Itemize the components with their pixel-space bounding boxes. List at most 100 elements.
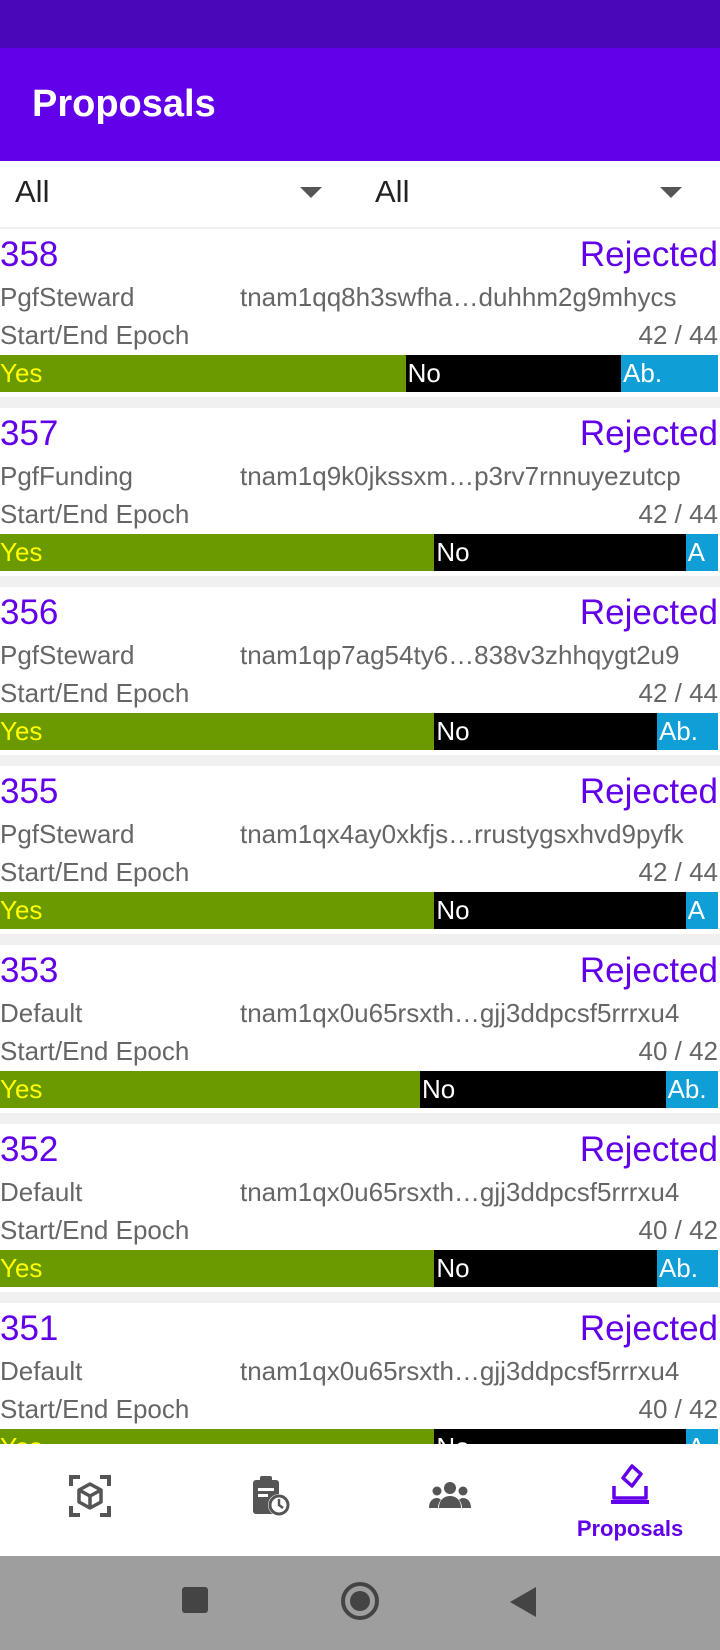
epoch-label: Start/End Epoch [0, 1036, 190, 1066]
proposal-author: tnam1qp7ag54ty6…838v3zhhqygt2u9 [240, 640, 680, 670]
proposal-type: PgfFunding [0, 461, 133, 491]
proposal-type: Default [0, 1177, 83, 1207]
vote-yes-segment: Yes [0, 1250, 435, 1287]
vote-no-segment: No [405, 355, 622, 392]
vote-no-segment: No [434, 534, 686, 571]
dropdown-arrow-icon [660, 187, 682, 198]
vote-abstain-segment: A [685, 892, 718, 929]
proposal-type: Default [0, 1356, 83, 1386]
proposal-id: 357 [0, 414, 59, 453]
app-bar: Proposals [0, 48, 720, 161]
proposal-status: Rejected [579, 414, 718, 453]
filter-dropdown-1[interactable]: All [0, 161, 340, 227]
bottom-navigation: Proposals [0, 1444, 720, 1556]
proposal-type: PgfSteward [0, 282, 135, 312]
nav-label-proposals: Proposals [576, 1516, 684, 1541]
nav-item-blocks[interactable] [0, 1444, 180, 1556]
epoch-value: 40 / 42 [638, 1394, 718, 1424]
epoch-value: 40 / 42 [638, 1036, 718, 1066]
epoch-value: 42 / 44 [638, 499, 718, 529]
proposal-id: 356 [0, 593, 59, 632]
proposal-author: tnam1qx0u65rsxth…gjj3ddpcsf5rrrxu4 [240, 1177, 680, 1207]
vote-bar: YesNoA [0, 1429, 718, 1444]
vote-yes-segment: Yes [0, 355, 406, 392]
vote-abstain-segment: Ab. [665, 1071, 718, 1108]
epoch-value: 40 / 42 [638, 1215, 718, 1245]
proposal-card[interactable]: 351 Rejected Default tnam1qx0u65rsxth…gjj3d… [0, 1303, 720, 1444]
vote-no-segment: No [434, 1250, 657, 1287]
vote-yes-segment: Yes [0, 713, 435, 750]
vote-abstain-segment: Ab. [621, 355, 718, 392]
proposal-card[interactable]: 352 Rejected Default tnam1qx0u65rsxth…gjj3d… [0, 1124, 720, 1292]
nav-item-validators[interactable] [360, 1444, 540, 1556]
vote-yes-segment: Yes [0, 534, 435, 571]
nav-item-proposals[interactable]: Proposals [540, 1444, 720, 1556]
vote-yes-segment: Yes [0, 1429, 435, 1444]
vote-no-segment: No [434, 892, 686, 929]
nav-item-history[interactable] [180, 1444, 360, 1556]
vote-bar: Yes No Ab. [0, 355, 718, 392]
status-bar [0, 0, 720, 48]
proposal-card[interactable]: 357 Rejected PgfFunding tnam1q9k0jkssxm…p3r… [0, 408, 720, 576]
epoch-label: Start/End Epoch [0, 857, 190, 887]
filter-value: All [375, 174, 410, 209]
proposal-id: 353 [0, 951, 59, 990]
people-icon [429, 1482, 471, 1508]
proposal-status: Rejected [579, 1130, 718, 1169]
cube-scan-icon [69, 1475, 111, 1517]
vote-abstain-segment: Ab. [656, 1250, 718, 1287]
proposal-author: tnam1qx0u65rsxth…gjj3ddpcsf5rrrxu4 [240, 998, 680, 1028]
vote-abstain-segment: A [685, 1429, 718, 1444]
proposal-status: Rejected [579, 593, 718, 632]
vote-abstain-segment: A [685, 534, 718, 571]
epoch-label: Start/End Epoch [0, 499, 190, 529]
epoch-label: Start/End Epoch [0, 320, 190, 350]
proposal-id: 358 [0, 235, 59, 274]
page-title: Proposals [32, 83, 216, 125]
vote-bar: Yes No Ab. [0, 1250, 718, 1287]
epoch-label: Start/End Epoch [0, 678, 190, 708]
proposal-status: Rejected [579, 1309, 718, 1348]
vote-yes-segment: Yes [0, 892, 435, 929]
proposal-card[interactable]: 356 Rejected PgfSteward tnam1qp7ag54ty6…838… [0, 587, 720, 755]
system-navigation-bar [0, 1556, 720, 1650]
epoch-value: 42 / 44 [638, 678, 718, 708]
vote-no-segment: No [434, 1429, 686, 1444]
proposal-card[interactable]: 353 Rejected Default tnam1qx0u65rsxth…gjj3d… [0, 945, 720, 1113]
filter-dropdown-2[interactable]: All [360, 161, 700, 227]
proposal-card[interactable]: 358 Rejected PgfSteward tnam1qq8h3swfha…duh… [0, 229, 720, 397]
clipboard-clock-icon [253, 1476, 290, 1516]
proposal-author: tnam1qx4ay0xkfjs…rrustygsxhvd9pyfk [240, 819, 684, 849]
vote-bar: Yes No Ab. [0, 1071, 718, 1108]
ballot-box-icon [611, 1464, 649, 1504]
vote-bar: YesNoA [0, 534, 718, 571]
vote-no-segment: No [420, 1071, 666, 1108]
filter-value: All [15, 174, 50, 209]
vote-abstain-segment: Ab. [656, 713, 718, 750]
vote-bar: Yes No Ab. [0, 713, 718, 750]
epoch-value: 42 / 44 [638, 320, 718, 350]
back-icon[interactable] [506, 1585, 540, 1619]
epoch-label: Start/End Epoch [0, 1394, 190, 1424]
vote-bar: YesNoA [0, 892, 718, 929]
proposal-list[interactable]: 358 Rejected PgfSteward tnam1qq8h3swfha…duh… [0, 227, 720, 1444]
filter-bar: All All [0, 161, 720, 227]
proposal-card[interactable]: 355 Rejected PgfSteward tnam1qx4ay0xkfjs…rr… [0, 766, 720, 934]
dropdown-arrow-icon [300, 187, 322, 198]
vote-no-segment: No [434, 713, 657, 750]
proposal-author: tnam1q9k0jkssxm…p3rv7rnnuyezutcp [240, 461, 681, 491]
proposal-status: Rejected [579, 235, 718, 274]
recents-icon[interactable] [180, 1585, 210, 1615]
proposal-id: 351 [0, 1309, 59, 1348]
proposal-type: PgfSteward [0, 640, 135, 670]
proposal-id: 352 [0, 1130, 59, 1169]
proposal-author: tnam1qq8h3swfha…duhhm2g9mhycs [240, 282, 677, 312]
proposal-author: tnam1qx0u65rsxth…gjj3ddpcsf5rrrxu4 [240, 1356, 680, 1386]
epoch-value: 42 / 44 [638, 857, 718, 887]
proposal-status: Rejected [579, 951, 718, 990]
home-icon[interactable] [340, 1581, 380, 1621]
proposal-id: 355 [0, 772, 59, 811]
epoch-label: Start/End Epoch [0, 1215, 190, 1245]
proposal-type: Default [0, 998, 83, 1028]
vote-yes-segment: Yes [0, 1071, 421, 1108]
